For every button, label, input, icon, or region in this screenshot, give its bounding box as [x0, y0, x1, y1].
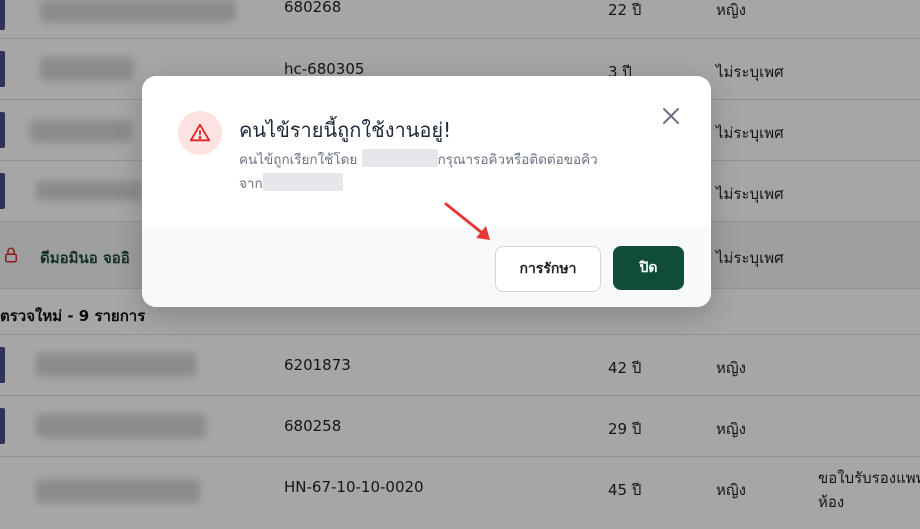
- message-part-3: จาก: [239, 176, 263, 192]
- redacted-user: [361, 149, 438, 167]
- annotation-arrow-icon: [444, 202, 490, 240]
- treatment-button[interactable]: การรักษา: [495, 246, 601, 292]
- close-icon[interactable]: [659, 104, 683, 128]
- message-part-1: คนไข้ถูกเรียกใช้โดย: [239, 152, 358, 168]
- redacted-source: [262, 173, 343, 191]
- dialog-title: คนไข้รายนี้ถูกใช้งานอยู่!: [239, 118, 452, 142]
- warning-icon-badge: [178, 111, 222, 155]
- patient-in-use-dialog: คนไข้รายนี้ถูกใช้งานอยู่! คนไข้ถูกเรียกใ…: [142, 76, 711, 307]
- close-button[interactable]: ปิด: [613, 246, 684, 290]
- message-part-2: กรุณารอคิวหรือติดต่อขอคิว: [437, 152, 598, 168]
- warning-triangle-icon: [189, 123, 211, 142]
- dialog-message: คนไข้ถูกเรียกใช้โดย กรุณารอคิวหรือติดต่อ…: [239, 148, 639, 196]
